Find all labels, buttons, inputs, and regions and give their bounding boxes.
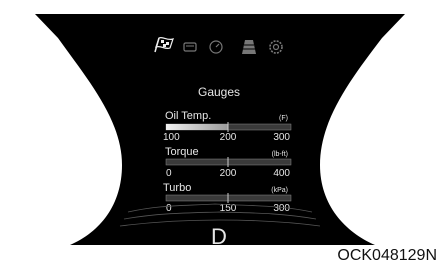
gear-indicator: D [211, 224, 227, 249]
gauge-tick-label: 300 [273, 132, 290, 143]
figure-code: OCK048129N [337, 247, 437, 264]
gauge-tick-label: 300 [273, 203, 290, 214]
gauge-tick-label: 200 [220, 168, 237, 179]
gauge-tick-label: 200 [220, 132, 237, 143]
gauge-fill [166, 124, 229, 130]
gauge-label: Torque [165, 146, 199, 158]
gauge-label: Turbo [163, 182, 191, 194]
gauge-label: Oil Temp. [165, 110, 211, 122]
gauge-tick-label: 100 [163, 132, 180, 143]
gauge-unit: (kPa) [271, 187, 288, 194]
screen-title: Gauges [198, 85, 240, 99]
gauge-unit: (F) [279, 115, 288, 122]
gauge-tick-label: 400 [273, 168, 290, 179]
cluster-display: Gauges Oil Temp. (F) 100 200 300 Torque … [35, 14, 405, 249]
gauge-tick-label: 0 [166, 168, 172, 179]
gauge-unit: (lb-ft) [272, 151, 288, 158]
gauge-tick-label: 0 [166, 203, 172, 214]
